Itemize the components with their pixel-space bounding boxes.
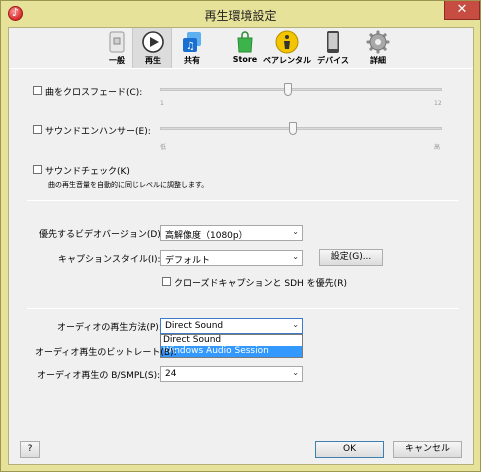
audio-bits-label: オーディオ再生の B/SMPL(S):: [37, 371, 161, 381]
audio-playback-dropdown: Direct Sound Windows Audio Session: [160, 334, 303, 358]
ok-button[interactable]: OK: [315, 441, 384, 458]
preferred-video-select[interactable]: 高解像度（1080p） ⌄: [160, 225, 303, 241]
caption-style-select[interactable]: デフォルト ⌄: [160, 250, 303, 266]
caption-style-label: キャプションスタイル(I):: [58, 255, 161, 265]
sound-enhancer-label: サウンドエンハンサー(E):: [45, 127, 151, 137]
tab-parental[interactable]: ペアレンタル: [263, 28, 311, 68]
svg-text:♫: ♫: [186, 41, 195, 52]
dropdown-option-direct-sound[interactable]: Direct Sound: [161, 335, 302, 346]
preferred-video-label: 優先するビデオバージョン(D):: [39, 230, 164, 240]
crossfade-slider-thumb[interactable]: [284, 83, 292, 96]
window-title: 再生環境設定: [204, 9, 277, 23]
section-divider-1: [27, 200, 459, 201]
sound-enhancer-min-label: 低: [160, 144, 167, 151]
section-divider-2: [27, 308, 459, 309]
sound-enhancer-slider-thumb[interactable]: [289, 122, 297, 135]
crossfade-checkbox[interactable]: [33, 86, 42, 95]
tab-sharing-label: 共有: [184, 56, 200, 65]
chevron-down-icon: ⌄: [292, 320, 299, 329]
audio-playback-label: オーディオの再生方法(P):: [57, 323, 162, 333]
gear-icon: [366, 30, 390, 54]
sound-enhancer-max-label: 高: [434, 144, 441, 151]
crossfade-max-label: 12: [434, 100, 442, 107]
preferences-toolbar: 一般 再生 ♫ 共有 Store ペアレンタル デバイス 詳細: [9, 28, 473, 68]
caption-settings-button[interactable]: 設定(G)...: [319, 249, 383, 266]
tab-sharing[interactable]: ♫ 共有: [172, 28, 212, 68]
sound-enhancer-slider-track: [160, 127, 442, 130]
general-icon: [109, 31, 125, 53]
audio-bits-value: 24: [165, 369, 177, 379]
dialog-content: 一般 再生 ♫ 共有 Store ペアレンタル デバイス 詳細 曲をクロスフェー…: [8, 27, 474, 465]
toolbar-divider: [9, 68, 473, 69]
chevron-down-icon: ⌄: [292, 252, 299, 261]
sound-check-description: 曲の再生音量を自動的に同じレベルに調整します。: [48, 181, 209, 189]
audio-bits-select[interactable]: 24 ⌄: [160, 366, 303, 382]
audio-playback-value: Direct Sound: [165, 321, 224, 331]
chevron-down-icon: ⌄: [292, 368, 299, 377]
help-button[interactable]: ?: [20, 441, 40, 458]
audio-bitrate-label: オーディオ再生のビットレート(B):: [35, 348, 177, 358]
crossfade-slider-track: [160, 88, 442, 91]
tab-advanced[interactable]: 詳細: [358, 28, 398, 68]
play-icon: [142, 31, 164, 53]
tab-devices[interactable]: デバイス: [313, 28, 353, 68]
close-icon: ✕: [456, 2, 468, 17]
cancel-button[interactable]: キャンセル: [393, 441, 462, 458]
audio-playback-select[interactable]: Direct Sound ⌄: [160, 318, 303, 334]
tab-parental-label: ペアレンタル: [263, 56, 311, 65]
dropdown-option-windows-audio-session[interactable]: Windows Audio Session: [161, 346, 302, 357]
tab-advanced-label: 詳細: [370, 56, 386, 65]
crossfade-label: 曲をクロスフェード(C):: [45, 88, 143, 98]
store-icon: [237, 31, 253, 53]
sharing-icon: ♫: [183, 32, 201, 52]
sound-check-checkbox[interactable]: [33, 165, 42, 174]
chevron-down-icon: ⌄: [292, 227, 299, 236]
device-icon: [327, 31, 339, 53]
parental-icon: [275, 30, 299, 54]
crossfade-min-label: 1: [160, 100, 164, 107]
title-bar[interactable]: 再生環境設定 ✕: [1, 1, 480, 27]
preferred-video-value: 高解像度（1080p）: [165, 231, 248, 241]
preferences-window: 再生環境設定 ✕ 一般 再生: [0, 0, 481, 472]
tab-store[interactable]: Store: [225, 28, 265, 68]
closed-caption-label: クローズドキャプションと SDH を優先(R): [174, 279, 347, 289]
sound-check-label: サウンドチェック(K): [45, 167, 130, 177]
sound-enhancer-checkbox[interactable]: [33, 125, 42, 134]
close-button[interactable]: ✕: [444, 1, 480, 20]
caption-style-value: デフォルト: [165, 256, 211, 266]
closed-caption-checkbox[interactable]: [162, 277, 171, 286]
